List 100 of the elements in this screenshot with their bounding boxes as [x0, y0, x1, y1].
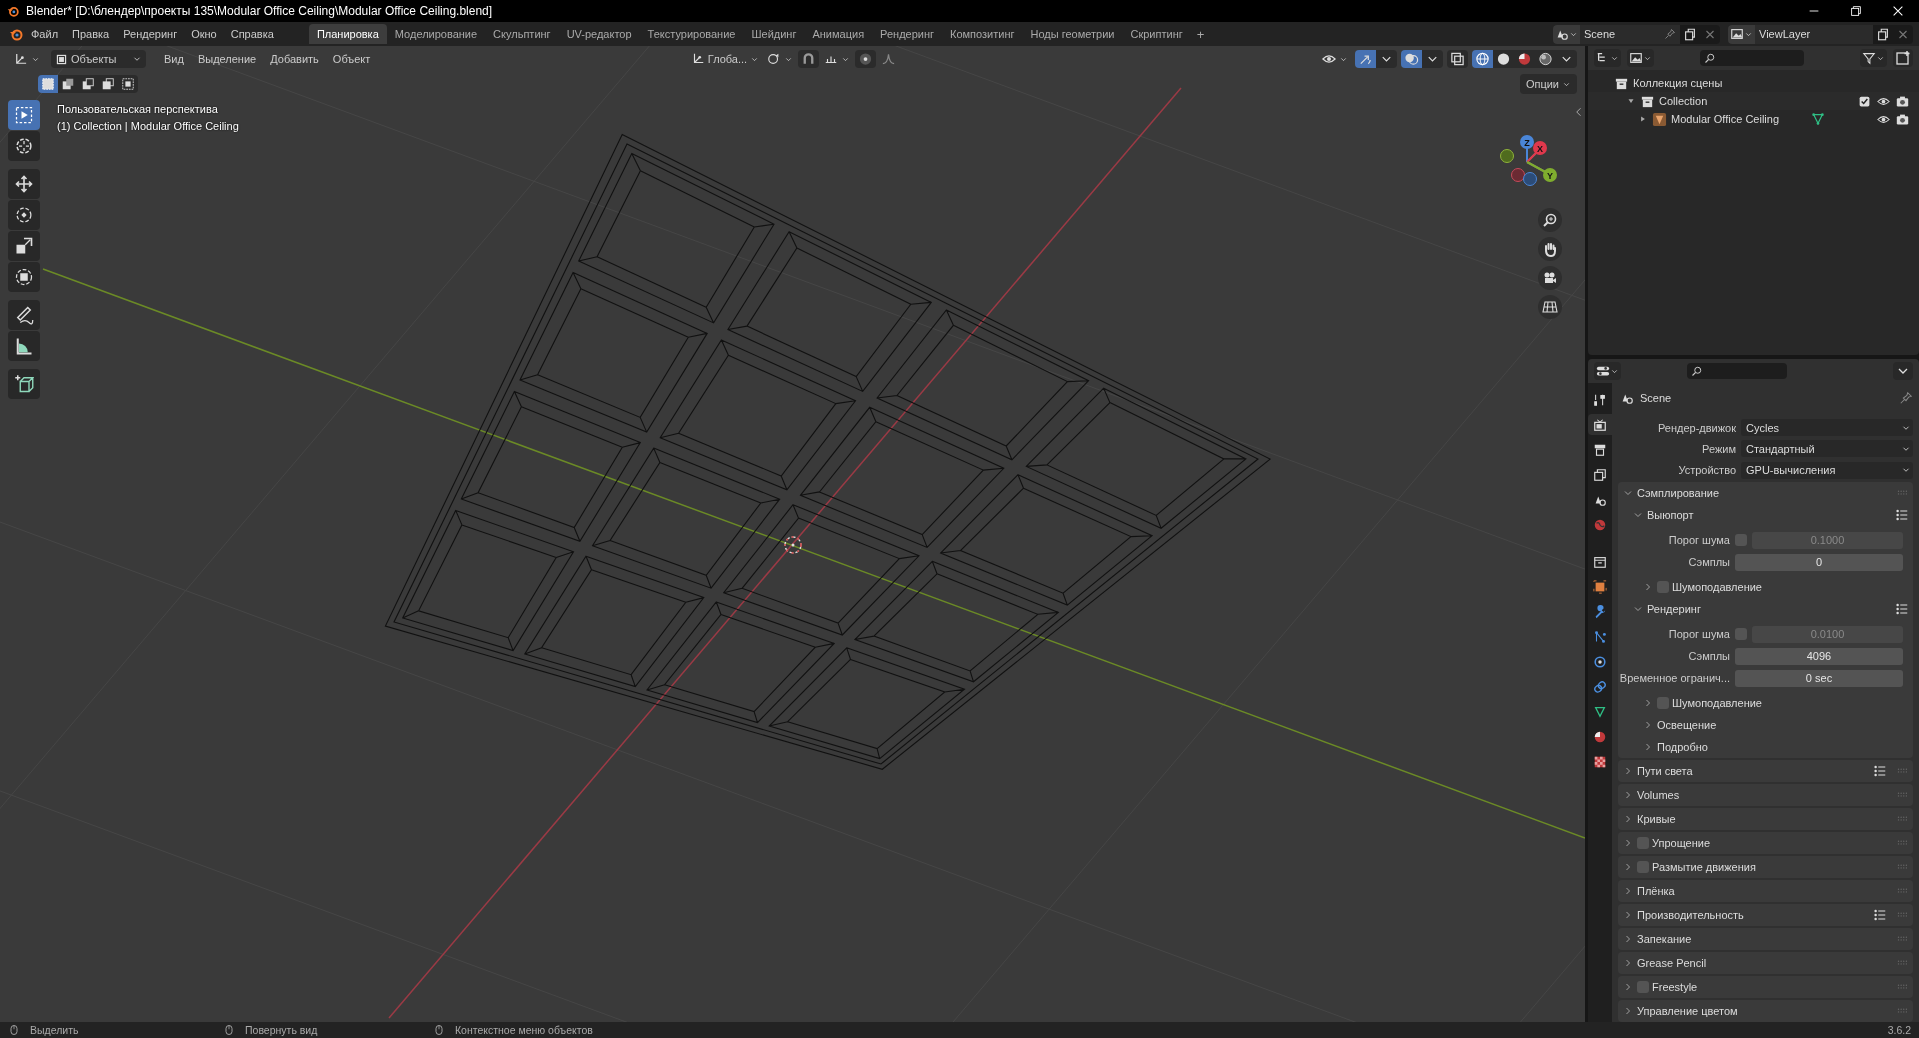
- number-field[interactable]: 0: [1735, 553, 1903, 571]
- checkbox[interactable]: [1637, 861, 1649, 873]
- checkbox[interactable]: [1657, 697, 1669, 709]
- xray-toggle-icon[interactable]: [1447, 50, 1468, 68]
- add-cube-tool-button[interactable]: [8, 369, 40, 399]
- panel-header[interactable]: Volumes: [1618, 784, 1913, 806]
- annotate-tool-button[interactable]: [8, 300, 40, 330]
- solid-shading-icon[interactable]: [1493, 50, 1514, 68]
- number-field[interactable]: 0 sec: [1735, 669, 1903, 687]
- menu-item[interactable]: Окно: [184, 25, 224, 43]
- number-field[interactable]: 4096: [1735, 647, 1903, 665]
- panel-header[interactable]: Выюпорт: [1618, 504, 1913, 526]
- menu-item[interactable]: Справка: [223, 25, 281, 43]
- caret-icon[interactable]: [1893, 362, 1913, 380]
- filter-button[interactable]: [1860, 49, 1887, 67]
- presets-icon[interactable]: [1895, 602, 1909, 616]
- search-field[interactable]: [1687, 363, 1787, 379]
- checkbox[interactable]: [1735, 628, 1747, 640]
- dropdown[interactable]: Cycles: [1741, 419, 1913, 437]
- gizmo-toggle-icon[interactable]: [1355, 50, 1376, 68]
- panel-header[interactable]: Управление цветом: [1618, 1000, 1913, 1022]
- workspace-tab[interactable]: Планировка: [308, 24, 387, 44]
- options-dropdown[interactable]: Опции: [1519, 74, 1577, 94]
- menu-item[interactable]: Объект: [326, 51, 377, 67]
- exclude-checkbox[interactable]: [1858, 94, 1871, 108]
- checkbox[interactable]: [1657, 581, 1669, 593]
- display-mode-button[interactable]: [1627, 49, 1654, 67]
- properties-tab[interactable]: [1588, 414, 1612, 435]
- render-visibility-icon[interactable]: [1896, 112, 1909, 126]
- rotate-tool-button[interactable]: [8, 200, 40, 230]
- panel-header[interactable]: Кривые: [1618, 808, 1913, 830]
- panel-header[interactable]: Освещение: [1618, 714, 1913, 736]
- workspace-tab[interactable]: UV-редактор: [558, 24, 640, 44]
- measure-tool-button[interactable]: [8, 331, 40, 361]
- panel-header[interactable]: Производительность: [1618, 904, 1913, 926]
- perspective-toggle-button[interactable]: [1538, 295, 1562, 319]
- workspace-tab[interactable]: Скриптинг: [1122, 24, 1191, 44]
- checkbox[interactable]: [1637, 981, 1649, 993]
- move-tool-button[interactable]: [8, 169, 40, 199]
- panel-header[interactable]: Плёнка: [1618, 880, 1913, 902]
- dropdown[interactable]: Стандартный: [1741, 440, 1913, 458]
- presets-icon[interactable]: [1895, 508, 1909, 522]
- select-mode-icon[interactable]: [38, 75, 58, 93]
- camera-view-button[interactable]: [1538, 266, 1562, 290]
- scene-selector[interactable]: Scene: [1580, 24, 1680, 44]
- outliner-item[interactable]: Коллекция сцены: [1588, 74, 1919, 92]
- workspace-tab[interactable]: Композитинг: [942, 24, 1023, 44]
- outliner-item[interactable]: Modular Office Ceiling: [1588, 110, 1919, 128]
- menu-item[interactable]: Файл: [24, 25, 66, 43]
- editor-type-button[interactable]: [1594, 49, 1621, 67]
- presets-icon[interactable]: [1873, 764, 1887, 778]
- select-mode-icon[interactable]: [118, 75, 138, 93]
- editor-type-button[interactable]: [1594, 362, 1621, 380]
- zoom-button[interactable]: [1538, 208, 1562, 232]
- view-layer-selector[interactable]: ViewLayer: [1755, 24, 1873, 44]
- scale-tool-button[interactable]: [8, 231, 40, 261]
- search-field[interactable]: [1700, 50, 1804, 66]
- cursor-tool-button[interactable]: [8, 131, 40, 161]
- dropdown[interactable]: GPU-вычисления: [1741, 461, 1913, 479]
- proportional-edit-icon[interactable]: [855, 50, 877, 68]
- select-mode-icon[interactable]: [58, 75, 78, 93]
- panel-header[interactable]: Рендеринг: [1618, 598, 1913, 620]
- panel-header[interactable]: Шумоподавление: [1618, 692, 1913, 714]
- panel-header[interactable]: Grease Pencil: [1618, 952, 1913, 974]
- overlay-toggle-icon[interactable]: [1401, 50, 1422, 68]
- mesh-data-icon[interactable]: [1811, 112, 1825, 126]
- mode-dropdown[interactable]: Объекты: [51, 50, 146, 68]
- pin-icon[interactable]: [1664, 28, 1676, 40]
- menu-item[interactable]: Выделение: [191, 51, 263, 67]
- workspace-tab[interactable]: Шейдинг: [743, 24, 805, 44]
- workspace-tab[interactable]: Скульптинг: [485, 24, 559, 44]
- selector-icon-button[interactable]: [1553, 24, 1580, 44]
- transform-tool-button[interactable]: [8, 262, 40, 292]
- presets-icon[interactable]: [1873, 908, 1887, 922]
- menu-item[interactable]: Добавить: [264, 51, 325, 67]
- select-tool-button[interactable]: [8, 100, 40, 130]
- panel-header[interactable]: Размытие движения: [1618, 856, 1913, 878]
- panel-header[interactable]: Упрощение: [1618, 832, 1913, 854]
- checkbox[interactable]: [1735, 534, 1747, 546]
- workspace-tab[interactable]: Анимация: [804, 24, 873, 44]
- panel-header[interactable]: Подробно: [1618, 736, 1913, 758]
- menu-item[interactable]: Вид: [158, 51, 190, 67]
- add-workspace-button[interactable]: +: [1190, 24, 1211, 44]
- panel-header[interactable]: Шумоподавление: [1618, 576, 1913, 598]
- menu-item[interactable]: Рендеринг: [116, 25, 185, 43]
- workspace-tab[interactable]: Ноды геометрии: [1022, 24, 1123, 44]
- checkbox[interactable]: [1637, 837, 1649, 849]
- caret-icon[interactable]: [1376, 50, 1397, 68]
- selector-icon-button[interactable]: [1728, 24, 1755, 44]
- wireframe-shading-icon[interactable]: [1472, 50, 1493, 68]
- workspace-tab[interactable]: Текстурирование: [639, 24, 744, 44]
- caret-icon[interactable]: [1422, 50, 1443, 68]
- workspace-tab[interactable]: Моделирование: [386, 24, 486, 44]
- snap-icon[interactable]: [798, 50, 820, 68]
- orientation-dropdown[interactable]: Глоба...: [687, 50, 763, 68]
- panel-header[interactable]: Запекание: [1618, 928, 1913, 950]
- pan-button[interactable]: [1538, 237, 1562, 261]
- panel-header[interactable]: Пути света: [1618, 760, 1913, 782]
- menu-item[interactable]: Правка: [65, 25, 117, 43]
- new-collection-icon[interactable]: [1893, 49, 1913, 67]
